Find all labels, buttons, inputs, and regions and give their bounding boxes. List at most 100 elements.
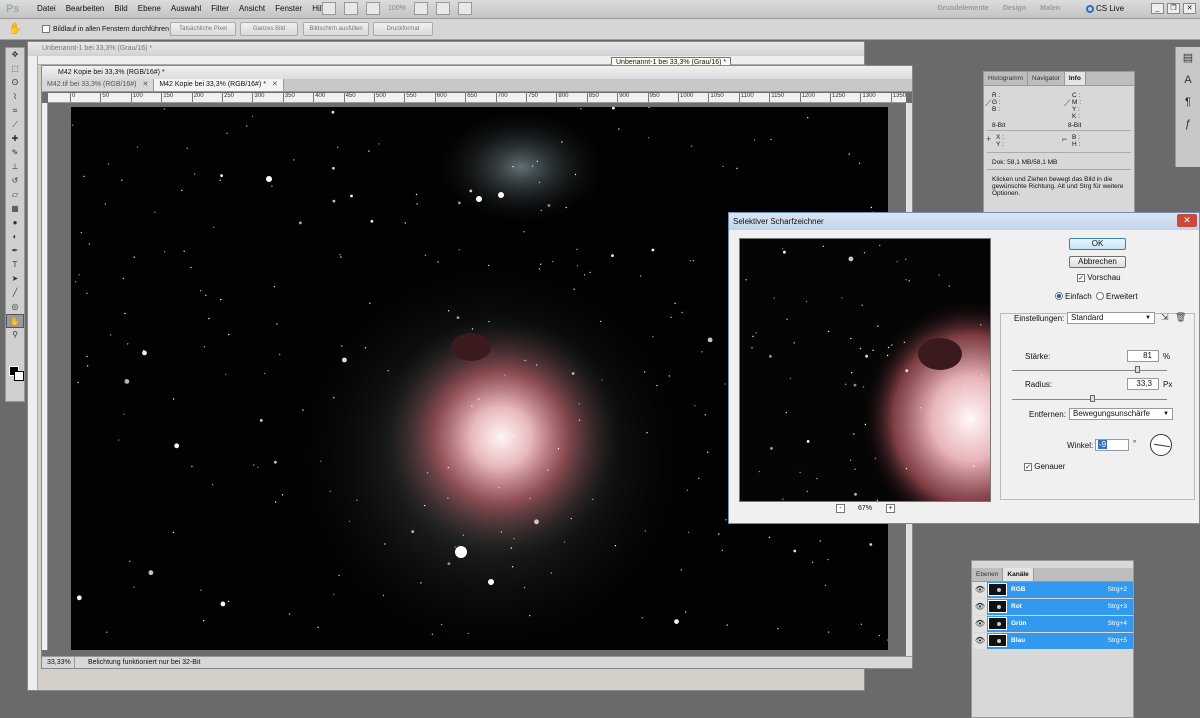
cancel-button[interactable]: Abbrechen xyxy=(1069,256,1126,268)
ok-button[interactable]: OK xyxy=(1069,238,1126,250)
workspace-grundelemente[interactable]: Grundelemente xyxy=(937,5,988,12)
eye-icon[interactable]: 👁 xyxy=(973,582,987,598)
channel-row-rot[interactable]: 👁 Rot Strg+3 xyxy=(973,599,1133,615)
extras-icon[interactable] xyxy=(366,2,380,15)
save-settings-icon[interactable]: ⇲ xyxy=(1161,312,1169,323)
remove-dropdown[interactable]: Bewegungsunschärfe ▼ xyxy=(1069,408,1173,420)
paragraph-panel-icon[interactable]: ¶ xyxy=(1176,91,1200,113)
fit-screen-button[interactable]: Ganzes Bild xyxy=(240,22,298,36)
zoom-tool-icon[interactable]: ⚲ xyxy=(6,328,24,342)
radio-button[interactable] xyxy=(1096,292,1104,300)
arrange-documents-icon[interactable] xyxy=(413,2,428,15)
type-tool-icon[interactable]: T xyxy=(6,258,24,272)
bridge-icon[interactable] xyxy=(322,2,336,15)
scroll-all-windows-checkbox[interactable]: Bildlauf in allen Fenstern durchführen xyxy=(42,25,169,33)
dodge-tool-icon[interactable]: ◐ xyxy=(6,230,24,244)
dialog-title-bar[interactable]: Selektiver Scharfzeichner ✕ xyxy=(729,213,1199,230)
menu-auswahl[interactable]: Auswahl xyxy=(166,4,206,13)
cs-live-button[interactable]: CS Live xyxy=(1086,4,1124,13)
tab-info[interactable]: Info xyxy=(1064,72,1086,85)
mode-advanced-radio[interactable]: Erweitert xyxy=(1096,292,1138,302)
history-brush-tool-icon[interactable]: ↺ xyxy=(6,174,24,188)
minibridge-icon[interactable] xyxy=(344,2,358,15)
tab-kanaele[interactable]: Kanäle xyxy=(1003,568,1034,581)
print-size-button[interactable]: Druckformat xyxy=(373,22,433,36)
preview-checkbox-box[interactable]: ✓ xyxy=(1077,274,1085,282)
channel-row-blau[interactable]: 👁 Blau Strg+5 xyxy=(973,633,1133,649)
workspace-malen[interactable]: Malen xyxy=(1040,5,1060,12)
tab-ebenen[interactable]: Ebenen xyxy=(972,568,1004,581)
close-tab-icon[interactable]: ✕ xyxy=(272,81,278,88)
menu-bearbeiten[interactable]: Bearbeiten xyxy=(61,4,110,13)
status-info[interactable]: Belichtung funktioniert nur bei 32-Bit xyxy=(88,657,200,668)
crop-tool-icon[interactable]: ⌗ xyxy=(6,104,24,118)
pen-tool-icon[interactable]: ✒ xyxy=(6,244,24,258)
gradient-tool-icon[interactable]: ▦ xyxy=(6,202,24,216)
mode-simple-radio[interactable]: Einfach xyxy=(1055,292,1092,302)
channel-row-rgb[interactable]: 👁 RGB Strg+2 xyxy=(973,582,1133,598)
zoom-in-button[interactable]: + xyxy=(886,504,895,513)
radius-input[interactable]: 33,3 xyxy=(1127,378,1159,390)
move-tool-icon[interactable]: ✥ xyxy=(6,48,24,62)
brush-tool-icon[interactable]: ✎ xyxy=(6,146,24,160)
actual-pixels-button[interactable]: Tatsächliche Pixel xyxy=(170,22,236,36)
status-zoom[interactable]: 33,33% xyxy=(44,657,75,668)
marquee-tool-icon[interactable]: ⬚ xyxy=(6,62,24,76)
accurate-checkbox-box[interactable]: ✓ xyxy=(1024,463,1032,471)
screen-mode-icon[interactable] xyxy=(435,2,450,15)
radius-slider-thumb[interactable] xyxy=(1089,395,1095,402)
character-panel-icon[interactable]: A xyxy=(1176,69,1200,91)
checkbox-box[interactable] xyxy=(42,25,50,33)
document-title-bar[interactable]: M42 Kopie bei 33,3% (RGB/16#) * xyxy=(42,66,912,79)
amount-slider-thumb[interactable] xyxy=(1134,366,1140,373)
settings-dropdown[interactable]: Standard ▼ xyxy=(1067,312,1155,324)
zoom-level[interactable]: 100% xyxy=(388,5,406,12)
menu-filter[interactable]: Filter xyxy=(206,4,234,13)
tab-m42-kopie[interactable]: M42 Kopie bei 33,3% (RGB/16#) * ✕ xyxy=(154,79,284,91)
channel-row-gruen[interactable]: 👁 Grün Strg+4 xyxy=(973,616,1133,632)
background-color-swatch[interactable] xyxy=(14,371,24,381)
screen-layout-icon[interactable] xyxy=(457,2,472,15)
path-selection-tool-icon[interactable]: ➤ xyxy=(6,272,24,286)
actions-panel-icon[interactable]: ƒ xyxy=(1176,113,1200,135)
menu-fenster[interactable]: Fenster xyxy=(270,4,307,13)
eye-icon[interactable]: 👁 xyxy=(973,633,987,649)
amount-input[interactable]: 81 xyxy=(1127,350,1159,362)
restore-icon[interactable]: ❐ xyxy=(1167,3,1180,14)
menu-bild[interactable]: Bild xyxy=(109,4,132,13)
eyedropper-tool-icon[interactable]: ⟋ xyxy=(6,118,24,132)
close-tab-icon[interactable]: ✕ xyxy=(142,81,148,88)
tab-m42-tif[interactable]: M42.tif bei 33,3% (RGB/16#) ✕ xyxy=(42,79,155,91)
shape-tool-icon[interactable]: ╱ xyxy=(6,286,24,300)
tab-histogramm[interactable]: Histogramm xyxy=(984,72,1029,85)
tab-navigator[interactable]: Navigator xyxy=(1028,72,1065,85)
lasso-tool-icon[interactable]: ʘ xyxy=(6,76,24,90)
menu-ebene[interactable]: Ebene xyxy=(133,4,166,13)
zoom-out-button[interactable]: - xyxy=(836,504,845,513)
quick-select-tool-icon[interactable]: ⌇ xyxy=(6,90,24,104)
workspace-design[interactable]: Design xyxy=(1003,5,1026,12)
eye-icon[interactable]: 👁 xyxy=(973,616,987,632)
menu-ansicht[interactable]: Ansicht xyxy=(234,4,270,13)
menu-datei[interactable]: Datei xyxy=(32,4,61,13)
hand-tool-icon[interactable]: ✋ xyxy=(6,314,24,328)
3d-rotate-tool-icon[interactable]: ◎ xyxy=(6,300,24,314)
accurate-checkbox[interactable]: ✓ Genauer xyxy=(1024,462,1065,472)
clone-stamp-tool-icon[interactable]: ⊥ xyxy=(6,160,24,174)
eraser-tool-icon[interactable]: ▱ xyxy=(6,188,24,202)
filter-preview[interactable] xyxy=(739,238,991,502)
radio-button[interactable] xyxy=(1055,292,1063,300)
preview-checkbox[interactable]: ✓ Vorschau xyxy=(1077,273,1121,283)
close-icon[interactable]: ✕ xyxy=(1177,214,1197,227)
eye-icon[interactable]: 👁 xyxy=(973,599,987,615)
swatches-panel-icon[interactable]: ▤ xyxy=(1176,47,1200,69)
angle-dial[interactable] xyxy=(1150,434,1172,456)
trash-icon[interactable]: 🗑 xyxy=(1175,312,1186,323)
fill-screen-button[interactable]: Bildschirm ausfüllen xyxy=(303,22,369,36)
close-icon[interactable]: ✕ xyxy=(1183,3,1196,14)
amount-slider-track[interactable] xyxy=(1012,370,1167,371)
angle-input[interactable]: -9 xyxy=(1095,439,1129,451)
document-title-bar[interactable]: Unbenannt-1 bei 33,3% (Grau/16) * xyxy=(28,42,864,55)
hand-tool-preset-icon[interactable]: ✋ xyxy=(8,22,22,35)
minimize-icon[interactable]: _ xyxy=(1151,3,1164,14)
